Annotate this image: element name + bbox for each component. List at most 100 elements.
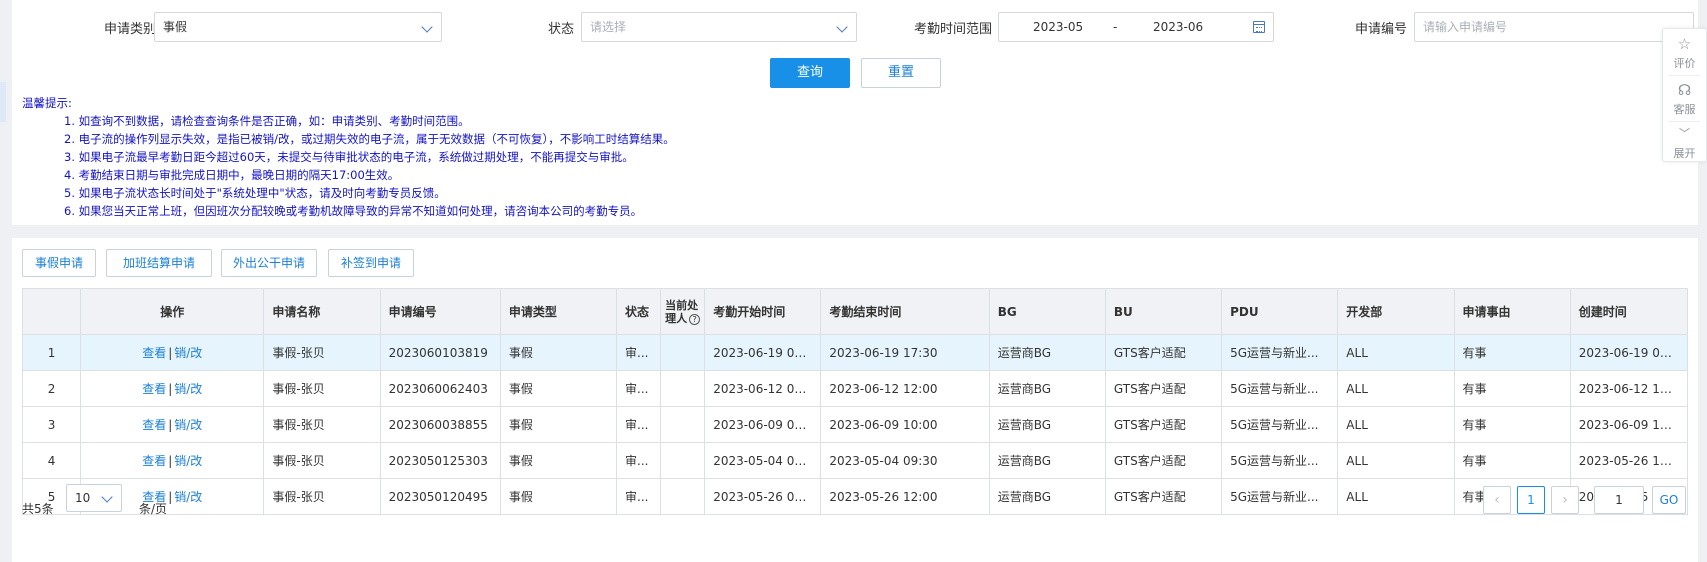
outing-apply-button[interactable]: 外出公干申请 <box>221 249 317 277</box>
notice-line-3: 3. 如果电子流最早考勤日距今超过60天，未提交与待审批状态的电子流，系统做过期… <box>64 150 634 164</box>
type-select-value: 事假 <box>163 20 188 34</box>
cell-name: 事假-张贝 <box>263 442 381 479</box>
total-count: 共5条 <box>22 502 54 516</box>
cancel-modify-link[interactable]: 销/改 <box>174 490 202 504</box>
expand-button[interactable]: ﹀ 展开 <box>1663 121 1706 165</box>
leave-apply-button[interactable]: 事假申请 <box>22 249 96 277</box>
cell-name: 事假-张贝 <box>263 334 381 371</box>
chevron-down-icon <box>101 491 113 503</box>
col-header-type: 申请类型 <box>499 288 618 335</box>
cell-start: 2023-05-26 08:00 <box>704 478 822 515</box>
signin-apply-button[interactable]: 补签到申请 <box>328 249 414 277</box>
cell-pdu: 5G运营与新业... <box>1221 370 1339 407</box>
cell-end: 2023-06-12 12:00 <box>820 370 990 407</box>
service-button[interactable]: ☊ 客服 <box>1663 77 1706 121</box>
cell-type: 事假 <box>499 442 618 479</box>
prev-page-button[interactable]: ‹ <box>1483 486 1511 514</box>
cell-status: 审... <box>616 370 662 407</box>
table-row[interactable]: 2 查看 | 销/改 事假-张贝 2023060062403 事假 审... 2023-06-1… <box>21 370 1689 407</box>
range-end: 2023-06 <box>1153 20 1204 34</box>
side-toolbar: ☆ 评价 ☊ 客服 ﹀ 展开 <box>1662 28 1707 162</box>
table-header-row: 操作 申请名称 申请编号 申请类型 状态 当前处理人? 考勤开始时间 考勤结束时… <box>21 288 1689 335</box>
cell-status: 审... <box>616 334 662 371</box>
reset-button[interactable]: 重置 <box>861 58 941 88</box>
type-select[interactable]: 事假 <box>154 12 442 42</box>
cell-dept: ALL <box>1337 478 1455 515</box>
view-link[interactable]: 查看 <box>142 418 166 432</box>
filter-panel: 申请类别 事假 状态 请选择 考勤时间范围 2023-05 - 2023-06 … <box>12 0 1698 225</box>
cancel-modify-link[interactable]: 销/改 <box>174 418 202 432</box>
table-row[interactable]: 3 查看 | 销/改 事假-张贝 2023060038855 事假 审... 2023-06-0… <box>21 406 1689 443</box>
per-page-label: 条/页 <box>139 502 168 516</box>
calendar-icon <box>1253 21 1265 33</box>
cancel-modify-link[interactable]: 销/改 <box>174 454 202 468</box>
page-1-button[interactable]: 1 <box>1517 486 1545 514</box>
range-separator: - <box>1113 20 1118 34</box>
date-range-picker[interactable]: 2023-05 - 2023-06 <box>998 12 1274 42</box>
col-header-end: 考勤结束时间 <box>820 288 990 335</box>
cell-handler <box>660 478 706 515</box>
cell-status: 审... <box>616 406 662 443</box>
status-label: 状态 <box>547 22 574 37</box>
cell-end: 2023-05-26 12:00 <box>820 478 990 515</box>
cell-type: 事假 <box>499 370 618 407</box>
row-number: 3 <box>21 406 82 443</box>
view-link[interactable]: 查看 <box>142 346 166 360</box>
number-input[interactable]: 请输入申请编号 <box>1414 12 1694 42</box>
col-header-status: 状态 <box>616 288 662 335</box>
cell-reason: 有事 <box>1453 442 1571 479</box>
notice-line-4: 4. 考勤结束日期与审批完成日期中，最晚日期的隔天17:00生效。 <box>64 168 400 182</box>
cell-code: 2023050125303 <box>379 442 501 479</box>
col-header-name: 申请名称 <box>263 288 381 335</box>
cell-reason: 有事 <box>1453 334 1571 371</box>
col-header-created: 创建时间 <box>1569 288 1689 335</box>
table-row[interactable]: 1 查看 | 销/改 事假-张贝 2023060103819 事假 审... 2023-06-1… <box>21 334 1689 371</box>
row-actions: 查看 | 销/改 <box>80 406 265 443</box>
star-icon: ☆ <box>1677 35 1692 53</box>
page-jump-input[interactable]: 1 <box>1594 486 1644 514</box>
notice-line-5: 5. 如果电子流状态长时间处于"系统处理中"状态，请及时向考勤专员反馈。 <box>64 186 446 200</box>
cancel-modify-link[interactable]: 销/改 <box>174 346 202 360</box>
notice-line-2: 2. 电子流的操作列显示失效，是指已被销/改，或过期失效的电子流，属于无效数据（… <box>64 132 675 146</box>
help-icon[interactable]: ? <box>689 313 701 325</box>
row-actions: 查看 | 销/改 <box>80 442 265 479</box>
overtime-apply-button[interactable]: 加班结算申请 <box>106 249 212 277</box>
cell-created: 2023-05-26 14:03 <box>1569 442 1689 479</box>
cell-pdu: 5G运营与新业... <box>1221 334 1339 371</box>
cell-created: 2023-06-19 09:30 <box>1569 334 1689 371</box>
rate-button[interactable]: ☆ 评价 <box>1663 31 1706 75</box>
list-panel: 事假申请 加班结算申请 外出公干申请 补签到申请 操作 申请名称 申请编号 申请… <box>12 238 1698 562</box>
col-header-pdu: PDU <box>1221 288 1339 335</box>
go-button[interactable]: GO <box>1652 486 1686 514</box>
status-select[interactable]: 请选择 <box>581 12 857 42</box>
expand-label: 展开 <box>1673 147 1696 160</box>
cell-end: 2023-06-09 10:00 <box>820 406 990 443</box>
cell-bu: GTS客户适配 <box>1104 406 1223 443</box>
notice-title: 温馨提示: <box>22 96 72 110</box>
notice-line-1: 1. 如查询不到数据，请检查查询条件是否正确，如：申请类别、考勤时间范围。 <box>64 114 470 128</box>
table-row[interactable]: 4 查看 | 销/改 事假-张贝 2023050125303 事假 审... 2023-05-0… <box>21 442 1689 479</box>
cell-end: 2023-05-04 09:30 <box>820 442 990 479</box>
col-header-no <box>21 288 82 335</box>
cell-code: 2023050120495 <box>379 478 501 515</box>
cell-dept: ALL <box>1337 406 1455 443</box>
notice-line-6: 6. 如果您当天正常上班，但因班次分配较晚或考勤机故障导致的异常不知道如何处理，… <box>64 204 643 218</box>
next-page-button[interactable]: › <box>1551 486 1579 514</box>
range-label: 考勤时间范围 <box>913 22 992 37</box>
table-row[interactable]: 5 查看 | 销/改 事假-张贝 2023050120495 事假 审... 2023-05-2… <box>21 478 1689 515</box>
cell-bu: GTS客户适配 <box>1104 334 1223 371</box>
col-header-start: 考勤开始时间 <box>704 288 822 335</box>
cell-reason: 有事 <box>1453 370 1571 407</box>
cell-code: 2023060062403 <box>379 370 501 407</box>
col-header-dept: 开发部 <box>1337 288 1455 335</box>
page-size-select[interactable]: 10 <box>66 484 122 512</box>
query-button[interactable]: 查询 <box>770 58 850 88</box>
cell-start: 2023-06-09 08:00 <box>704 406 822 443</box>
cell-bu: GTS客户适配 <box>1104 370 1223 407</box>
status-placeholder: 请选择 <box>590 20 627 34</box>
rate-label: 评价 <box>1673 57 1696 70</box>
cancel-modify-link[interactable]: 销/改 <box>174 382 202 396</box>
cell-bu: GTS客户适配 <box>1104 478 1223 515</box>
view-link[interactable]: 查看 <box>142 382 166 396</box>
view-link[interactable]: 查看 <box>142 454 166 468</box>
